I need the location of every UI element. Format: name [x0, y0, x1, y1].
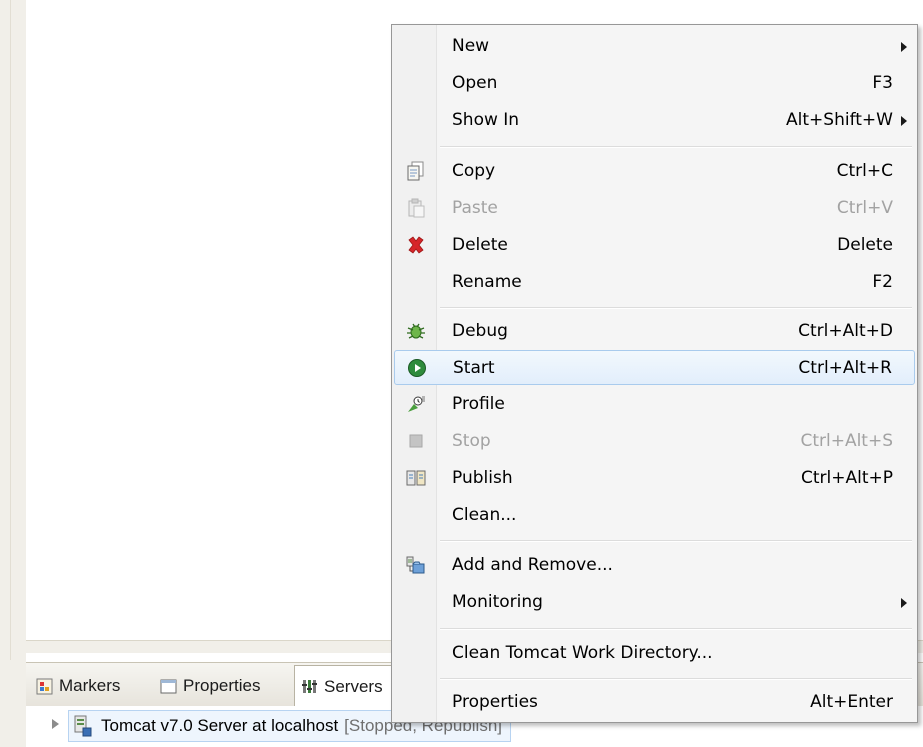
menu-item-rename[interactable]: Rename F2 — [394, 265, 915, 300]
menu-item-profile[interactable]: Profile — [394, 387, 915, 422]
context-menu: New Open F3 Show In Alt+Shift+W Copy Ctr… — [391, 24, 918, 723]
menu-item-show-in[interactable]: Show In Alt+Shift+W — [394, 103, 915, 138]
menu-item-start[interactable]: Start Ctrl+Alt+R — [394, 350, 915, 385]
menu-item-add-and-remove-label: Add and Remove... — [452, 555, 613, 575]
paste-icon — [406, 198, 426, 218]
menu-item-add-and-remove[interactable]: Add and Remove... — [394, 548, 915, 583]
profile-icon — [406, 394, 426, 414]
menu-item-clean-tomcat-work-directory[interactable]: Clean Tomcat Work Directory... — [394, 636, 915, 671]
menu-item-open-label: Open — [452, 73, 498, 93]
shortcut-rename: F2 — [872, 272, 893, 292]
menu-item-debug[interactable]: Debug Ctrl+Alt+D — [394, 314, 915, 349]
menu-item-start-label: Start — [453, 358, 495, 378]
menu-item-monitoring-label: Monitoring — [452, 592, 543, 612]
menu-item-copy[interactable]: Copy Ctrl+C — [394, 154, 915, 189]
delete-icon — [406, 235, 426, 255]
shortcut-open: F3 — [872, 73, 893, 93]
menu-separator — [440, 307, 912, 309]
menu-item-paste[interactable]: Paste Ctrl+V — [394, 191, 915, 226]
menu-item-profile-label: Profile — [452, 394, 505, 414]
menu-item-properties-label: Properties — [452, 692, 538, 712]
menu-item-delete-label: Delete — [452, 235, 508, 255]
menu-item-clean[interactable]: Clean... — [394, 498, 915, 533]
menu-item-monitoring[interactable]: Monitoring — [394, 585, 915, 620]
menu-item-stop[interactable]: Stop Ctrl+Alt+S — [394, 424, 915, 459]
submenu-arrow-icon — [901, 598, 907, 608]
shortcut-debug: Ctrl+Alt+D — [798, 321, 893, 341]
menu-item-show-in-label: Show In — [452, 110, 520, 130]
menu-item-new-label: New — [452, 36, 490, 56]
menu-item-new[interactable]: New — [394, 29, 915, 64]
tab-servers-label: Servers — [324, 676, 383, 696]
shortcut-properties: Alt+Enter — [810, 692, 893, 712]
shortcut-delete: Delete — [837, 235, 893, 255]
menu-item-open[interactable]: Open F3 — [394, 66, 915, 101]
debug-icon — [406, 321, 426, 341]
servers-icon — [301, 678, 318, 695]
copy-icon — [406, 161, 426, 181]
menu-item-clean-tomcat-work-directory-label: Clean Tomcat Work Directory... — [452, 643, 713, 663]
shortcut-paste: Ctrl+V — [836, 198, 893, 218]
shortcut-stop: Ctrl+Alt+S — [800, 431, 893, 451]
menu-item-publish-label: Publish — [452, 468, 513, 488]
menu-item-rename-label: Rename — [452, 272, 522, 292]
menu-separator — [440, 628, 912, 630]
markers-icon — [36, 678, 53, 695]
publish-icon — [406, 468, 426, 488]
shortcut-show-in: Alt+Shift+W — [786, 110, 893, 130]
submenu-arrow-icon — [901, 42, 907, 52]
tomcat-server-icon — [73, 715, 93, 737]
shortcut-start: Ctrl+Alt+R — [798, 358, 892, 378]
tab-properties-label: Properties — [183, 676, 261, 695]
menu-separator — [440, 540, 912, 542]
menu-item-copy-label: Copy — [452, 161, 496, 181]
menu-item-paste-label: Paste — [452, 198, 498, 218]
add-remove-icon — [406, 555, 426, 575]
left-gutter — [0, 0, 26, 747]
menu-item-delete[interactable]: Delete Delete — [394, 228, 915, 263]
tab-properties[interactable]: Properties — [160, 671, 260, 701]
server-name: Tomcat v7.0 Server at localhost — [101, 716, 339, 735]
tab-markers-label: Markers — [59, 676, 121, 695]
menu-item-publish[interactable]: Publish Ctrl+Alt+P — [394, 461, 915, 496]
expand-twistie-icon[interactable] — [52, 719, 59, 729]
tab-markers[interactable]: Markers — [36, 671, 120, 701]
stop-icon — [406, 431, 426, 451]
menu-item-stop-label: Stop — [452, 431, 491, 451]
menu-item-clean-label: Clean... — [452, 505, 517, 525]
properties-icon — [160, 678, 177, 695]
menu-separator — [440, 678, 912, 680]
menu-separator — [440, 146, 912, 148]
shortcut-publish: Ctrl+Alt+P — [800, 468, 893, 488]
menu-item-debug-label: Debug — [452, 321, 508, 341]
shortcut-copy: Ctrl+C — [836, 161, 893, 181]
start-icon — [407, 358, 427, 378]
submenu-arrow-icon — [901, 116, 907, 126]
menu-item-properties[interactable]: Properties Alt+Enter — [394, 685, 915, 720]
